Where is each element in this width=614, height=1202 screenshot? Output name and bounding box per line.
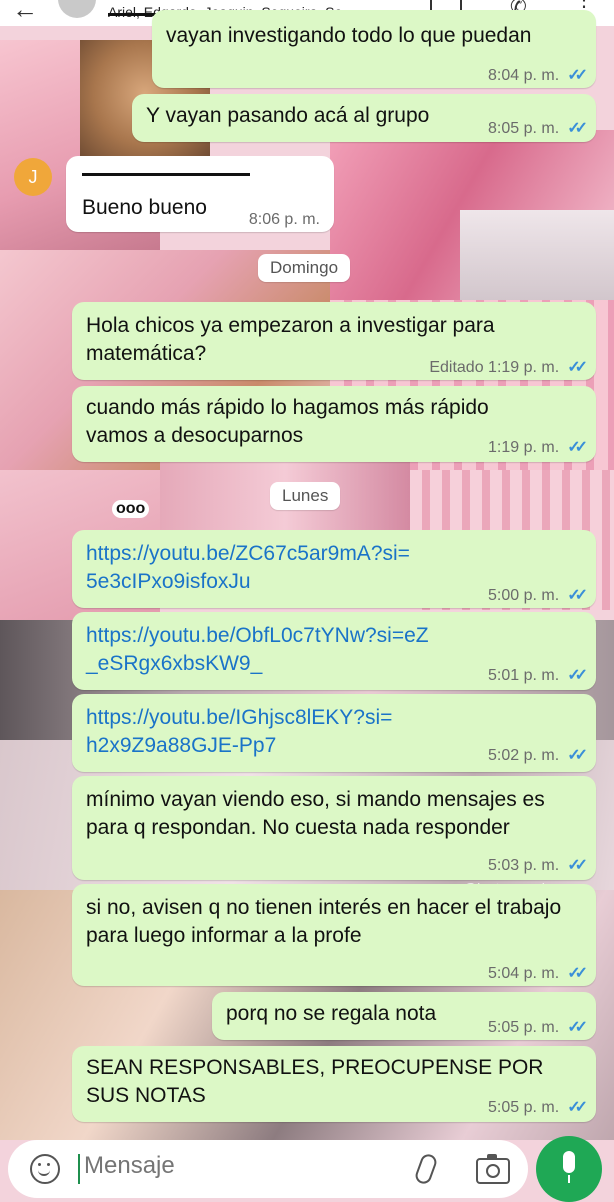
message-time: 5:01 p. m. [488, 667, 560, 684]
message-link[interactable]: https://youtu.be/IGhjsc8lEKY?si= h2x9Z9a… [86, 704, 392, 760]
message-time: 1:19 p. m. [488, 439, 560, 456]
message-bubble[interactable]: Y vayan pasando acá al grupo 8:05 p. m. ✓… [132, 94, 596, 142]
message-meta: 5:03 p. m. ✓✓ [488, 852, 588, 880]
message-meta: 5:01 p. m. ✓✓ [488, 662, 588, 690]
link-line: _eSRgx6xbsKW9_ [86, 652, 263, 675]
link-line: 5e3cIPxo9isfoxJu [86, 570, 251, 593]
sender-avatar[interactable]: J [14, 158, 52, 196]
message-meta: 5:05 p. m. ✓✓ [488, 1094, 588, 1122]
message-meta: 5:04 p. m. ✓✓ [488, 960, 588, 988]
message-text: Y vayan pasando acá al grupo [146, 104, 430, 127]
read-ticks-icon: ✓✓ [567, 667, 588, 684]
message-meta: 5:00 p. m. ✓✓ [488, 582, 588, 610]
message-time: 8:06 p. m. [248, 211, 320, 228]
message-time: 5:02 p. m. [488, 747, 560, 764]
message-meta: 1:19 p. m. ✓✓ [488, 434, 588, 462]
reaction-badge[interactable]: ooo [112, 500, 150, 518]
back-arrow-icon[interactable]: ← [12, 0, 38, 25]
message-bubble[interactable]: SEAN RESPONSABLES, PREOCUPENSE POR SUS N… [72, 1046, 596, 1122]
message-bubble[interactable]: Hola chicos ya empezaron a investigar pa… [72, 302, 596, 380]
message-bubble[interactable]: cuando más rápido lo hagamos más rápido … [72, 386, 596, 462]
camera-icon[interactable] [476, 1154, 510, 1184]
message-text: Bueno bueno [82, 196, 207, 219]
message-text: cuando más rápido lo hagamos más rápido … [86, 396, 489, 447]
link-line: h2x9Z9a88GJE-Pp7 [86, 734, 277, 757]
redaction-line [82, 173, 250, 176]
group-avatar[interactable] [58, 0, 96, 18]
text-caret [78, 1154, 80, 1184]
message-bubble[interactable]: Bueno bueno 8:06 p. m. [66, 156, 334, 232]
message-meta: 8:05 p. m. ✓✓ [488, 115, 588, 143]
voice-message-button[interactable] [536, 1136, 602, 1202]
message-time: Editado 1:19 p. m. [429, 359, 560, 376]
emoji-icon[interactable] [30, 1154, 60, 1184]
read-ticks-icon: ✓✓ [567, 587, 588, 604]
message-time: 5:05 p. m. [488, 1019, 560, 1036]
message-bubble[interactable]: si no, avisen q no tienen interés en hac… [72, 884, 596, 986]
read-ticks-icon: ✓✓ [567, 747, 588, 764]
message-bubble[interactable]: porq no se regala nota 5:05 p. m. ✓✓ [212, 992, 596, 1040]
message-bubble[interactable]: mínimo vayan viendo eso, si mando mensaj… [72, 776, 596, 880]
message-time: 5:00 p. m. [488, 587, 560, 604]
message-text: porq no se regala nota [226, 1002, 437, 1025]
read-ticks-icon: ✓✓ [567, 1019, 588, 1036]
message-text: vayan investigando todo lo que puedan [166, 24, 532, 47]
message-meta: 8:06 p. m. [249, 206, 320, 234]
link-line: https://youtu.be/ZC67c5ar9mA?si= [86, 542, 410, 565]
message-text: si no, avisen q no tienen interés en hac… [86, 896, 562, 947]
read-ticks-icon: ✓✓ [567, 965, 588, 982]
message-time: 5:05 p. m. [488, 1099, 560, 1116]
message-meta: Editado 1:19 p. m. ✓✓ [429, 354, 588, 382]
date-separator: Domingo [258, 254, 351, 282]
message-meta: 5:05 p. m. ✓✓ [488, 1014, 588, 1042]
mic-icon [563, 1151, 575, 1183]
message-bubble[interactable]: vayan investigando todo lo que puedan 8:… [152, 10, 596, 88]
read-ticks-icon: ✓✓ [567, 359, 588, 376]
message-meta: 5:02 p. m. ✓✓ [488, 742, 588, 770]
message-time: 5:04 p. m. [488, 965, 560, 982]
message-time: 8:04 p. m. [488, 67, 560, 84]
attach-icon[interactable] [413, 1152, 439, 1186]
read-ticks-icon: ✓✓ [567, 120, 588, 137]
link-line: https://youtu.be/IGhjsc8lEKY?si= [86, 706, 393, 729]
read-ticks-icon: ✓✓ [567, 439, 588, 456]
link-line: https://youtu.be/ObfL0c7tYNw?si=eZ [86, 624, 429, 647]
message-input[interactable] [84, 1152, 384, 1180]
message-bubble[interactable]: https://youtu.be/IGhjsc8lEKY?si= h2x9Z9a… [72, 694, 596, 772]
message-link[interactable]: https://youtu.be/ZC67c5ar9mA?si= 5e3cIPx… [86, 540, 410, 596]
message-meta: 8:04 p. m. ✓✓ [488, 62, 588, 90]
message-bubble[interactable]: https://youtu.be/ObfL0c7tYNw?si=eZ _eSRg… [72, 612, 596, 690]
message-link[interactable]: https://youtu.be/ObfL0c7tYNw?si=eZ _eSRg… [86, 622, 429, 678]
message-compose-bar [8, 1140, 528, 1198]
message-bubble[interactable]: https://youtu.be/ZC67c5ar9mA?si= 5e3cIPx… [72, 530, 596, 608]
message-time: 5:03 p. m. [488, 857, 560, 874]
message-time: 8:05 p. m. [488, 120, 560, 137]
read-ticks-icon: ✓✓ [567, 1099, 588, 1116]
read-ticks-icon: ✓✓ [567, 67, 588, 84]
date-separator: Lunes [270, 482, 341, 510]
read-ticks-icon: ✓✓ [567, 857, 588, 874]
message-text: mínimo vayan viendo eso, si mando mensaj… [86, 788, 545, 839]
